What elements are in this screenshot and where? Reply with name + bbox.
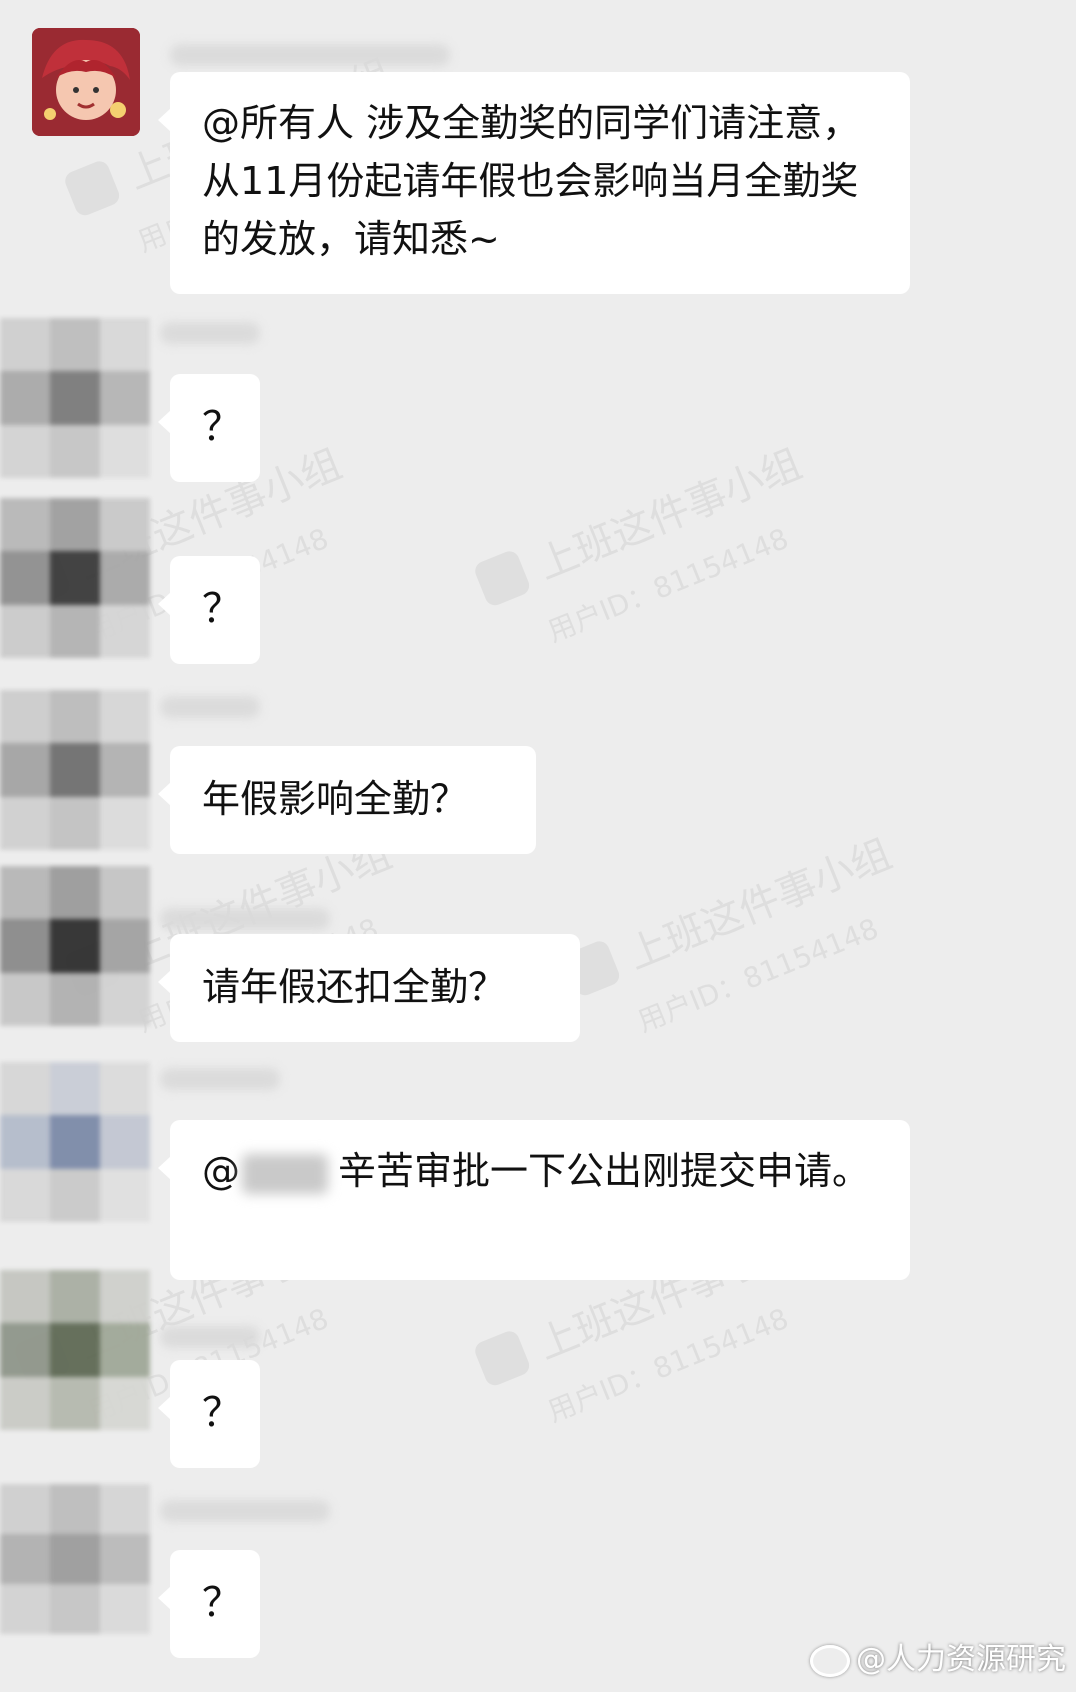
message-bubble[interactable]: ？ [158,1550,260,1658]
weibo-credit-text: @人力资源研究 [856,1642,1066,1677]
sender-name-blurred [160,1068,280,1090]
watermark: 上班这件事小组 用户ID：81154148 [560,822,921,1058]
mention-prefix: @ [202,1149,240,1193]
mention-name-blurred [242,1153,328,1194]
message-text: ？ [202,586,242,632]
message-bubble[interactable]: ？ [158,374,260,482]
sender-name-blurred [160,322,260,344]
message-bubble[interactable]: ？ [158,556,260,664]
douban-logo-icon [472,548,533,609]
chat-conversation: 上班这件事小组 用户ID：81154148 上班这件事小组 用户ID：81154… [0,0,1076,1692]
weibo-credit: @人力资源研究 [810,1634,1066,1678]
avatar-pixelated[interactable] [0,1484,150,1634]
message-bubble[interactable]: @所有人 涉及全勤奖的同学们请注意，从11月份起请年假也会影响当月全勤奖的发放，… [158,72,910,294]
message-text: 年假影响全勤？ [202,777,469,821]
message-text: ？ [202,1390,242,1436]
watermark: 上班这件事小组 用户ID：81154148 [470,432,831,668]
cartoon-girl-avatar-icon [32,28,140,136]
sender-name-blurred [170,44,450,66]
message-bubble[interactable]: ？ [158,1360,260,1468]
message-text: @所有人 涉及全勤奖的同学们请注意，从11月份起请年假也会影响当月全勤奖的发放，… [202,101,861,261]
douban-logo-icon [472,1328,533,1389]
douban-logo-icon [62,158,123,219]
weibo-logo-icon [810,1644,850,1677]
avatar-pixelated[interactable] [0,866,150,1026]
sender-name-blurred [160,1500,330,1522]
message-text: ？ [202,404,242,450]
message-text: 辛苦审批一下公出刚提交申请。 [338,1149,871,1193]
avatar-pixelated[interactable] [0,1270,150,1430]
sender-name-blurred [160,908,330,930]
message-bubble[interactable]: @ 辛苦审批一下公出刚提交申请。 [158,1120,910,1280]
sender-name-blurred [160,1326,260,1348]
avatar[interactable] [32,28,140,136]
sender-name-blurred [160,696,260,718]
avatar-pixelated[interactable] [0,318,150,478]
avatar-pixelated[interactable] [0,498,150,658]
message-bubble[interactable]: 请年假还扣全勤？ [158,934,580,1042]
message-text: 请年假还扣全勤？ [202,965,507,1009]
message-bubble[interactable]: 年假影响全勤？ [158,746,536,854]
avatar-pixelated[interactable] [0,1062,150,1222]
message-text: ？ [202,1580,242,1626]
avatar-pixelated[interactable] [0,690,150,850]
